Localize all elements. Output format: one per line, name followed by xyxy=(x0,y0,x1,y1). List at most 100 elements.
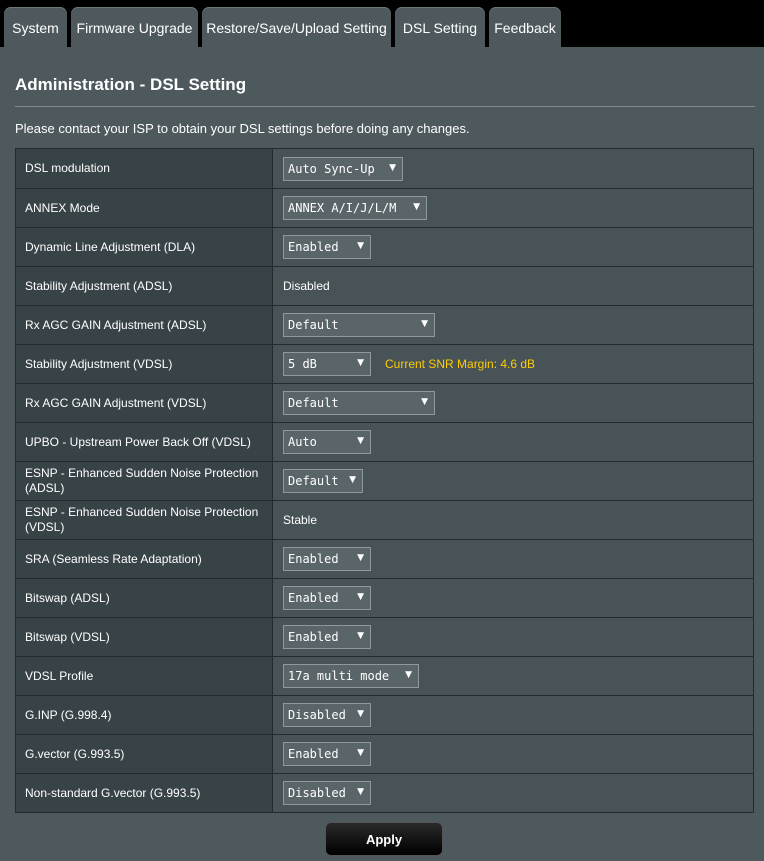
sra-select[interactable]: Enabled ▼ xyxy=(283,547,371,571)
setting-row-dsl-modulation: DSL modulation Auto Sync-Up ▼ xyxy=(16,149,753,188)
setting-value-cell: Enabled ▼ xyxy=(273,579,753,617)
setting-label: Rx AGC GAIN Adjustment (VDSL) xyxy=(16,384,273,422)
setting-row-gvector: G.vector (G.993.5) Enabled ▼ xyxy=(16,734,753,773)
setting-row-esnp-adsl: ESNP - Enhanced Sudden Noise Protection … xyxy=(16,461,753,500)
setting-row-ginp: G.INP (G.998.4) Disabled ▼ xyxy=(16,695,753,734)
dsl-setting-panel: Administration - DSL Setting Please cont… xyxy=(0,47,764,861)
dropdown-arrow-icon: ▼ xyxy=(357,436,364,446)
setting-label: Bitswap (ADSL) xyxy=(16,579,273,617)
setting-row-esnp-vdsl: ESNP - Enhanced Sudden Noise Protection … xyxy=(16,500,753,539)
setting-value-cell: Disabled ▼ xyxy=(273,774,753,812)
setting-value-cell: 5 dB ▼ Current SNR Margin: 4.6 dB xyxy=(273,345,753,383)
setting-label: UPBO - Upstream Power Back Off (VDSL) xyxy=(16,423,273,461)
rx-agc-adsl-select[interactable]: Default ▼ xyxy=(283,313,435,337)
setting-value-cell: Disabled xyxy=(273,267,753,305)
setting-value-cell: 17a multi mode ▼ xyxy=(273,657,753,695)
select-value: ANNEX A/I/J/L/M xyxy=(288,201,397,215)
setting-value-cell: Auto Sync-Up ▼ xyxy=(273,149,753,188)
select-value: Default xyxy=(288,474,339,488)
bitswap-vdsl-select[interactable]: Enabled ▼ xyxy=(283,625,371,649)
dropdown-arrow-icon: ▼ xyxy=(421,397,428,407)
upbo-select[interactable]: Auto ▼ xyxy=(283,430,371,454)
select-value: Auto xyxy=(288,435,317,449)
bitswap-adsl-select[interactable]: Enabled ▼ xyxy=(283,586,371,610)
setting-value-cell: Default ▼ xyxy=(273,306,753,344)
tab-feedback[interactable]: Feedback xyxy=(489,7,561,48)
setting-label: ESNP - Enhanced Sudden Noise Protection … xyxy=(16,462,273,500)
static-value: Disabled xyxy=(283,279,330,293)
tab-label: DSL Setting xyxy=(402,19,478,36)
setting-label: DSL modulation xyxy=(16,149,273,188)
gvector-select[interactable]: Enabled ▼ xyxy=(283,742,371,766)
tab-dsl-setting[interactable]: DSL Setting xyxy=(395,7,485,48)
annex-mode-select[interactable]: ANNEX A/I/J/L/M ▼ xyxy=(283,196,427,220)
setting-value-cell: Enabled ▼ xyxy=(273,228,753,266)
dsl-modulation-select[interactable]: Auto Sync-Up ▼ xyxy=(283,156,403,181)
nonstandard-gvector-select[interactable]: Disabled ▼ xyxy=(283,781,371,805)
setting-row-bitswap-adsl: Bitswap (ADSL) Enabled ▼ xyxy=(16,578,753,617)
setting-value-cell: Default ▼ xyxy=(273,384,753,422)
setting-row-vdsl-profile: VDSL Profile 17a multi mode ▼ xyxy=(16,656,753,695)
setting-row-nonstandard-gvector: Non-standard G.vector (G.993.5) Disabled… xyxy=(16,773,753,812)
dropdown-arrow-icon: ▼ xyxy=(349,475,356,485)
setting-row-rx-agc-vdsl: Rx AGC GAIN Adjustment (VDSL) Default ▼ xyxy=(16,383,753,422)
rx-agc-vdsl-select[interactable]: Default ▼ xyxy=(283,391,435,415)
vdsl-profile-select[interactable]: 17a multi mode ▼ xyxy=(283,664,419,688)
apply-button[interactable]: Apply xyxy=(325,822,443,856)
setting-row-dla: Dynamic Line Adjustment (DLA) Enabled ▼ xyxy=(16,227,753,266)
title-divider xyxy=(15,106,755,107)
select-value: Default xyxy=(288,396,339,410)
setting-row-annex-mode: ANNEX Mode ANNEX A/I/J/L/M ▼ xyxy=(16,188,753,227)
setting-value-cell: Enabled ▼ xyxy=(273,540,753,578)
select-value: Enabled xyxy=(288,630,339,644)
setting-row-upbo: UPBO - Upstream Power Back Off (VDSL) Au… xyxy=(16,422,753,461)
dropdown-arrow-icon: ▼ xyxy=(357,787,364,797)
dropdown-arrow-icon: ▼ xyxy=(389,162,396,173)
setting-value-cell: Disabled ▼ xyxy=(273,696,753,734)
dropdown-arrow-icon: ▼ xyxy=(413,202,420,212)
setting-label: Dynamic Line Adjustment (DLA) xyxy=(16,228,273,266)
tab-firmware-upgrade[interactable]: Firmware Upgrade xyxy=(71,7,198,48)
setting-row-bitswap-vdsl: Bitswap (VDSL) Enabled ▼ xyxy=(16,617,753,656)
setting-label: Bitswap (VDSL) xyxy=(16,618,273,656)
setting-row-rx-agc-adsl: Rx AGC GAIN Adjustment (ADSL) Default ▼ xyxy=(16,305,753,344)
setting-value-cell: Default ▼ xyxy=(273,462,753,500)
select-value: Enabled xyxy=(288,747,339,761)
setting-label: SRA (Seamless Rate Adaptation) xyxy=(16,540,273,578)
tab-restore-save-upload[interactable]: Restore/Save/Upload Setting xyxy=(202,7,391,48)
select-value: Auto Sync-Up xyxy=(288,161,375,176)
setting-value-cell: Enabled ▼ xyxy=(273,618,753,656)
tab-label: Feedback xyxy=(494,19,556,36)
setting-row-stability-vdsl: Stability Adjustment (VDSL) 5 dB ▼ Curre… xyxy=(16,344,753,383)
dropdown-arrow-icon: ▼ xyxy=(357,553,364,563)
setting-label: Stability Adjustment (VDSL) xyxy=(16,345,273,383)
page-description: Please contact your ISP to obtain your D… xyxy=(15,121,470,136)
ginp-select[interactable]: Disabled ▼ xyxy=(283,703,371,727)
dropdown-arrow-icon: ▼ xyxy=(357,241,364,251)
select-value: Disabled xyxy=(288,786,346,800)
settings-table: DSL modulation Auto Sync-Up ▼ ANNEX Mode… xyxy=(15,148,754,813)
setting-row-sra: SRA (Seamless Rate Adaptation) Enabled ▼ xyxy=(16,539,753,578)
esnp-adsl-select[interactable]: Default ▼ xyxy=(283,469,363,493)
setting-label: Non-standard G.vector (G.993.5) xyxy=(16,774,273,812)
tab-bar: System Firmware Upgrade Restore/Save/Upl… xyxy=(0,0,764,48)
tab-label: Firmware Upgrade xyxy=(76,19,193,36)
setting-value-cell: Stable xyxy=(273,501,753,539)
setting-label: Stability Adjustment (ADSL) xyxy=(16,267,273,305)
tab-label: Restore/Save/Upload Setting xyxy=(206,19,387,36)
dla-select[interactable]: Enabled ▼ xyxy=(283,235,371,259)
dropdown-arrow-icon: ▼ xyxy=(421,319,428,329)
dropdown-arrow-icon: ▼ xyxy=(357,709,364,719)
select-value: Enabled xyxy=(288,240,339,254)
dropdown-arrow-icon: ▼ xyxy=(357,748,364,758)
dropdown-arrow-icon: ▼ xyxy=(357,631,364,641)
tab-system[interactable]: System xyxy=(4,7,67,48)
stability-vdsl-select[interactable]: 5 dB ▼ xyxy=(283,352,371,376)
tab-label: System xyxy=(12,19,59,36)
setting-label: ESNP - Enhanced Sudden Noise Protection … xyxy=(16,501,273,539)
setting-row-stability-adsl: Stability Adjustment (ADSL) Disabled xyxy=(16,266,753,305)
setting-label: ANNEX Mode xyxy=(16,189,273,227)
select-value: Disabled xyxy=(288,708,346,722)
select-value: 17a multi mode xyxy=(288,669,390,683)
select-value: Default xyxy=(288,318,339,332)
